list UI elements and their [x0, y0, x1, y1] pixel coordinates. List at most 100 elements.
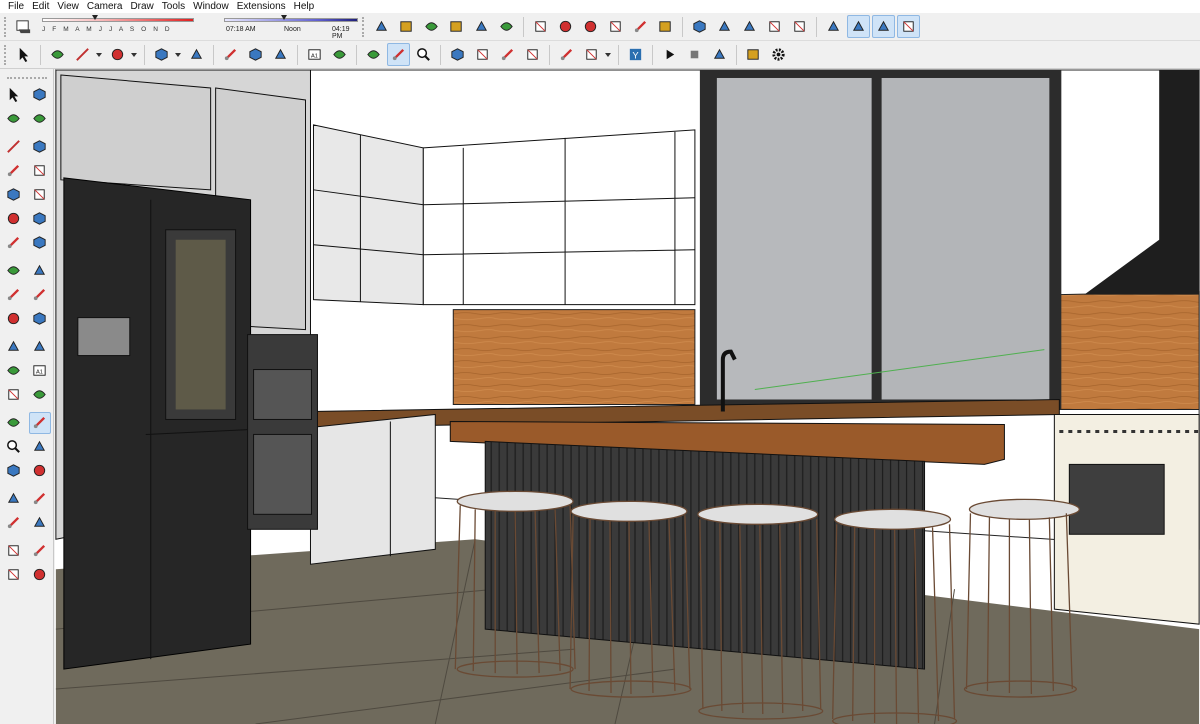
solid-union-button[interactable]	[688, 15, 711, 38]
play-button[interactable]	[658, 43, 681, 66]
geo-location-dropdown[interactable]	[604, 43, 612, 66]
circle-button[interactable]	[3, 184, 25, 206]
follow-me-button[interactable]	[219, 43, 242, 66]
time-slider[interactable]	[224, 17, 358, 22]
push-pull-button[interactable]	[29, 260, 51, 282]
top-view-button[interactable]	[395, 15, 418, 38]
eraser-button[interactable]	[29, 108, 51, 130]
extension-warehouse-button[interactable]	[496, 43, 519, 66]
zoom-window-button[interactable]	[29, 436, 51, 458]
menu-tools[interactable]: Tools	[158, 0, 189, 13]
orbit-button[interactable]	[3, 412, 25, 434]
axes-button[interactable]	[3, 384, 25, 406]
zoom-button[interactable]	[412, 43, 435, 66]
scale-button[interactable]	[3, 308, 25, 330]
menu-extensions[interactable]: Extensions	[233, 0, 290, 13]
back-view-button[interactable]	[470, 15, 493, 38]
menu-file[interactable]: File	[4, 0, 28, 13]
date-slider-thumb[interactable]	[92, 14, 99, 20]
solid-trim-button[interactable]	[763, 15, 786, 38]
polygon-button[interactable]	[29, 184, 51, 206]
line-button[interactable]	[71, 43, 94, 66]
walk-button[interactable]	[3, 512, 25, 534]
shadows-toggle-button[interactable]	[12, 15, 35, 38]
layout-button[interactable]: Y	[624, 43, 647, 66]
text-button[interactable]: A1	[303, 43, 326, 66]
stop-button[interactable]	[683, 43, 706, 66]
pan-button[interactable]	[28, 411, 51, 434]
paint-bucket-button[interactable]	[3, 108, 25, 130]
line-dropdown[interactable]	[95, 43, 103, 66]
rectangle-button[interactable]	[3, 160, 25, 182]
offset-button[interactable]	[244, 43, 267, 66]
look-around-button[interactable]	[29, 488, 51, 510]
tape-measure-button[interactable]	[3, 336, 25, 358]
menu-view[interactable]: View	[53, 0, 83, 13]
zoom-button[interactable]	[3, 436, 25, 458]
geo-location-button[interactable]	[580, 43, 603, 66]
dimension-button[interactable]	[29, 336, 51, 358]
share-model-button[interactable]	[3, 564, 25, 586]
section-plane-button[interactable]	[29, 512, 51, 534]
ruby-console-button[interactable]	[555, 43, 578, 66]
zoom-extents-button[interactable]	[446, 43, 469, 66]
right-view-button[interactable]	[445, 15, 468, 38]
extension-warehouse-button[interactable]	[29, 540, 51, 562]
move-button[interactable]	[3, 260, 25, 282]
section-fill-button[interactable]	[872, 15, 895, 38]
toolbar-grip[interactable]	[4, 16, 8, 37]
previous-view-button[interactable]	[29, 460, 51, 482]
2-point-arc-button[interactable]	[29, 208, 51, 230]
left-view-button[interactable]	[495, 15, 518, 38]
date-slider[interactable]	[42, 17, 194, 22]
section-plane-button[interactable]	[847, 15, 870, 38]
paint-bucket-button[interactable]	[328, 43, 351, 66]
offset-button[interactable]	[29, 308, 51, 330]
add-location-button[interactable]	[554, 15, 577, 38]
select-button[interactable]	[3, 84, 25, 106]
ruby-button[interactable]	[29, 564, 51, 586]
position-camera-button[interactable]	[3, 488, 25, 510]
solid-split-button[interactable]	[788, 15, 811, 38]
settings-button[interactable]	[767, 43, 790, 66]
orbit-button[interactable]	[362, 43, 385, 66]
toolbar-grip[interactable]	[6, 77, 47, 81]
warehouse-3d-button[interactable]	[529, 15, 552, 38]
protractor-button[interactable]	[3, 360, 25, 382]
tape-measure-button[interactable]	[269, 43, 292, 66]
camera-walk-button[interactable]	[742, 43, 765, 66]
section-display-button[interactable]	[897, 15, 920, 38]
share-model-button[interactable]	[604, 15, 627, 38]
menu-draw[interactable]: Draw	[126, 0, 157, 13]
extension-manager-button[interactable]	[654, 15, 677, 38]
time-slider-thumb[interactable]	[281, 14, 288, 20]
pan-button[interactable]	[387, 43, 410, 66]
share-button[interactable]	[521, 43, 544, 66]
extension-warehouse-button[interactable]	[629, 15, 652, 38]
rotated-rectangle-button[interactable]	[29, 160, 51, 182]
push-pull-button[interactable]	[185, 43, 208, 66]
solid-subtract-button[interactable]	[738, 15, 761, 38]
circle-dropdown[interactable]	[174, 43, 182, 66]
axes-tool-button[interactable]	[822, 15, 845, 38]
eraser-button[interactable]	[46, 43, 69, 66]
toolbar-grip[interactable]	[4, 44, 8, 65]
text-button[interactable]: A1	[29, 360, 51, 382]
components-button[interactable]	[579, 15, 602, 38]
make-component-button[interactable]	[29, 84, 51, 106]
arc-button[interactable]	[3, 208, 25, 230]
toolbar-grip[interactable]	[362, 16, 366, 37]
line-button[interactable]	[3, 136, 25, 158]
freehand-button[interactable]	[29, 136, 51, 158]
circle-button[interactable]	[150, 43, 173, 66]
3d-warehouse-button[interactable]	[3, 540, 25, 562]
3d-text-button[interactable]	[29, 384, 51, 406]
select-button[interactable]	[12, 43, 35, 66]
scene-manager-button[interactable]	[708, 43, 731, 66]
3d-warehouse-button[interactable]	[471, 43, 494, 66]
rotate-button[interactable]	[3, 284, 25, 306]
3-point-arc-button[interactable]	[3, 232, 25, 254]
menu-camera[interactable]: Camera	[83, 0, 127, 13]
pie-button[interactable]	[29, 232, 51, 254]
iso-view-button[interactable]	[370, 15, 393, 38]
